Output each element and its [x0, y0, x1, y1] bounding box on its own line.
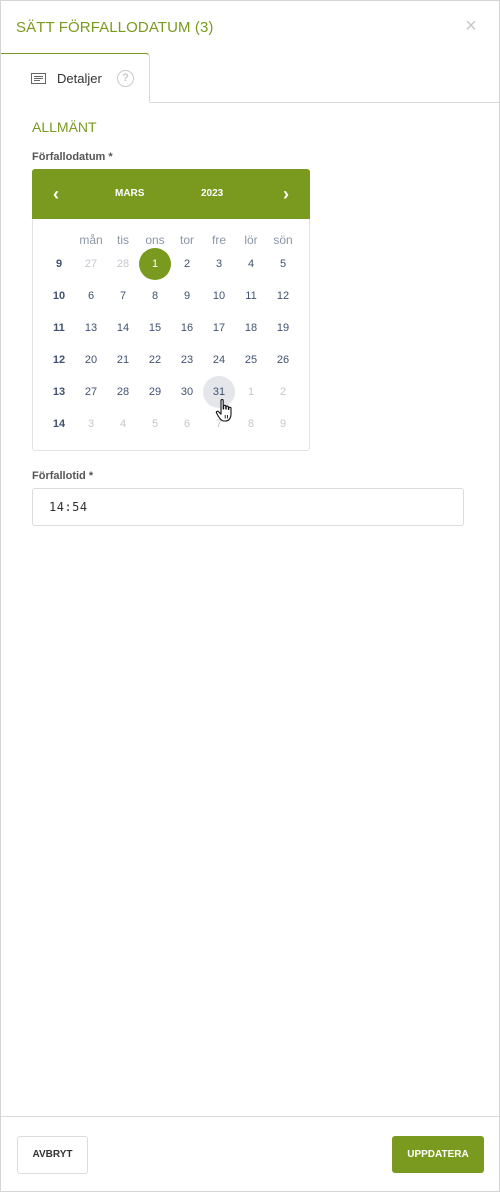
calendar-day[interactable]: 2	[267, 376, 299, 408]
dialog-footer: AVBRYT UPPDATERA	[1, 1116, 499, 1192]
calendar-day[interactable]: 3	[203, 248, 235, 280]
week-number: 13	[52, 386, 66, 398]
calendar-day[interactable]: 6	[171, 408, 203, 440]
weekday-header: tor	[179, 233, 194, 247]
calendar-day[interactable]: 28	[107, 248, 139, 280]
weekday-header: ons	[145, 233, 165, 247]
calendar-day[interactable]: 24	[203, 344, 235, 376]
prev-month-icon[interactable]: ‹	[46, 183, 66, 205]
date-picker-calendar: ‹ MARS 2023 › mån tis ons tor fre lör sön 9 27 28…	[32, 169, 310, 451]
calendar-day[interactable]: 27	[75, 248, 107, 280]
calendar-day[interactable]: 9	[267, 408, 299, 440]
calendar-day[interactable]: 27	[75, 376, 107, 408]
calendar-day[interactable]: 26	[267, 344, 299, 376]
set-due-date-dialog: SÄTT FÖRFALLODATUM (3) × Detaljer ? ALLM…	[0, 0, 500, 1192]
due-time-input[interactable]: 14:54	[32, 488, 464, 526]
calendar-day[interactable]: 15	[139, 312, 171, 344]
calendar-day[interactable]: 5	[139, 408, 171, 440]
calendar-day[interactable]: 8	[139, 280, 171, 312]
calendar-day[interactable]: 17	[203, 312, 235, 344]
week-number: 11	[53, 322, 65, 334]
calendar-day[interactable]: 5	[267, 248, 299, 280]
calendar-day[interactable]: 4	[107, 408, 139, 440]
section-title-general: ALLMÄNT	[32, 119, 97, 135]
weekday-header: lör	[244, 233, 258, 247]
weekday-header: sön	[273, 233, 293, 247]
calendar-day-selected[interactable]: 1	[139, 248, 171, 280]
calendar-day[interactable]: 25	[235, 344, 267, 376]
calendar-day[interactable]: 9	[171, 280, 203, 312]
dialog-header: SÄTT FÖRFALLODATUM (3) ×	[1, 1, 499, 53]
calendar-day[interactable]: 12	[267, 280, 299, 312]
calendar-day[interactable]: 28	[107, 376, 139, 408]
weekday-header: fre	[211, 233, 226, 247]
calendar-day[interactable]: 20	[75, 344, 107, 376]
calendar-day[interactable]: 11	[235, 280, 267, 312]
calendar-day[interactable]: 8	[235, 408, 267, 440]
cancel-button[interactable]: AVBRYT	[17, 1136, 88, 1174]
calendar-day[interactable]: 6	[75, 280, 107, 312]
calendar-day[interactable]: 13	[75, 312, 107, 344]
calendar-day[interactable]: 3	[75, 408, 107, 440]
weekday-header: tis	[117, 233, 129, 247]
weekday-header: mån	[79, 233, 103, 247]
next-month-icon[interactable]: ›	[276, 183, 296, 205]
hand-pointer-icon	[215, 399, 232, 422]
calendar-day[interactable]: 21	[107, 344, 139, 376]
update-button[interactable]: UPPDATERA	[392, 1136, 484, 1173]
tab-details-label: Detaljer	[57, 71, 102, 86]
week-number: 14	[52, 418, 66, 430]
calendar-year[interactable]: 2023	[201, 188, 223, 199]
calendar-day[interactable]: 23	[171, 344, 203, 376]
close-icon[interactable]: ×	[461, 15, 481, 37]
calendar-day[interactable]: 16	[171, 312, 203, 344]
calendar-day[interactable]: 7	[107, 280, 139, 312]
calendar-day[interactable]: 22	[139, 344, 171, 376]
calendar-day[interactable]: 10	[203, 280, 235, 312]
calendar-month[interactable]: MARS	[115, 188, 144, 199]
calendar-day[interactable]: 30	[171, 376, 203, 408]
calendar-header: ‹ MARS 2023 ›	[32, 169, 310, 219]
due-time-label: Förfallotid *	[32, 470, 94, 482]
help-icon[interactable]: ?	[117, 70, 134, 87]
tab-bar: Detaljer ?	[1, 53, 499, 103]
calendar-day[interactable]: 2	[171, 248, 203, 280]
week-number: 10	[52, 290, 66, 302]
tab-details[interactable]: Detaljer ?	[1, 53, 150, 103]
calendar-day[interactable]: 4	[235, 248, 267, 280]
week-number: 12	[52, 354, 66, 366]
dialog-title: SÄTT FÖRFALLODATUM (3)	[16, 19, 214, 36]
calendar-day[interactable]: 14	[107, 312, 139, 344]
list-icon	[31, 73, 46, 84]
calendar-day[interactable]: 1	[235, 376, 267, 408]
calendar-day[interactable]: 19	[267, 312, 299, 344]
calendar-day[interactable]: 18	[235, 312, 267, 344]
due-date-label: Förfallodatum *	[32, 151, 113, 163]
week-number: 9	[55, 258, 63, 270]
calendar-day[interactable]: 29	[139, 376, 171, 408]
